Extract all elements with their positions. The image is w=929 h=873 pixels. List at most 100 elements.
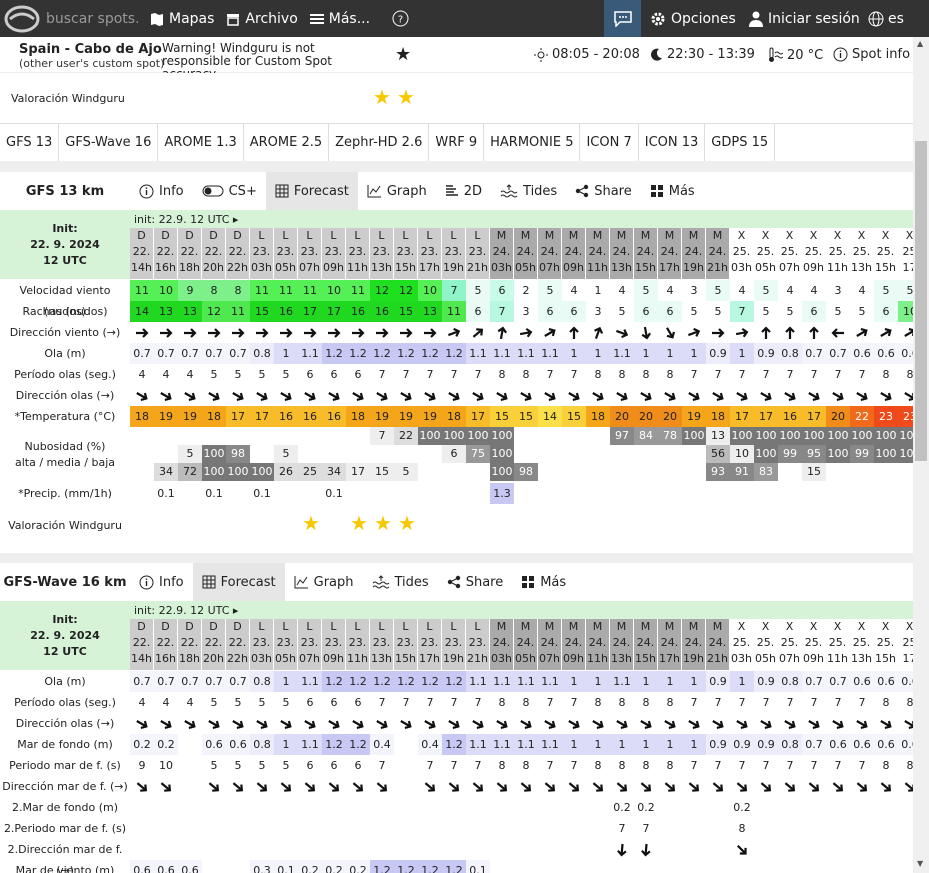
wave-row-cell: 0.7	[802, 343, 826, 364]
model-link[interactable]: AROME 2.5	[244, 123, 330, 162]
cloud-high-row-cell: 97	[610, 427, 634, 445]
wind-direction-row-cell	[610, 322, 634, 343]
swell2-row: 0.2 0.2 0.2	[130, 797, 913, 818]
cloud-high-row-cell: 22	[394, 427, 418, 445]
time-header-dates: 24.	[588, 636, 607, 649]
swell2-row-cell	[274, 797, 298, 818]
time-column-header: D 22. 18h	[178, 228, 202, 279]
temperature-row-cell: 23	[898, 406, 913, 427]
cloud-low-row-cell	[850, 463, 874, 481]
wind-direction-row-cell	[778, 322, 802, 343]
section-divider	[0, 553, 913, 563]
swell2-row-cell	[802, 797, 826, 818]
tab-forecast[interactable]: Forecast	[265, 172, 358, 210]
tab-more[interactable]: Más	[641, 172, 704, 210]
chat-button[interactable]	[604, 0, 641, 37]
precip-row-cell	[226, 483, 250, 504]
cloud-mid-row-cell: 100	[874, 445, 898, 463]
favorite-star-icon[interactable]: ★	[395, 44, 411, 65]
tab-tides[interactable]: Tides	[363, 563, 438, 601]
time-column-header: X 25 17	[898, 228, 913, 279]
scroll-down-arrow-icon[interactable]: ▼	[917, 859, 923, 868]
tab-graph[interactable]: Graph	[285, 563, 363, 601]
cloud-high-row-cell: 100	[802, 427, 826, 445]
model-link[interactable]: GDPS 15	[705, 123, 776, 162]
tab-more[interactable]: Más	[512, 563, 575, 601]
temperature-row-cell: 23	[874, 406, 898, 427]
wind-direction-row-cell	[202, 322, 226, 343]
precip-row-cell	[466, 483, 490, 504]
direction-arrow-icon	[617, 843, 627, 857]
tab-share[interactable]: Share	[566, 172, 641, 210]
help-button[interactable]: ?	[392, 10, 414, 27]
wave-direction-row-cell	[490, 385, 514, 406]
language-selector[interactable]: es	[868, 0, 904, 37]
vertical-scrollbar[interactable]: ▲ ▼	[913, 37, 929, 873]
time-header-days: L	[474, 229, 481, 242]
init-line[interactable]: init: 22.9. 12 UTC ▸	[130, 601, 913, 619]
maps-menu[interactable]: Mapas	[150, 11, 214, 27]
wave-row-cell: 1	[730, 671, 754, 692]
model-link[interactable]: ICON 13	[639, 123, 706, 162]
tab-forecast[interactable]: Forecast	[192, 563, 285, 601]
wind-speed-row-cell: 10	[322, 280, 346, 301]
time-header-days: L	[282, 229, 289, 242]
tab-tides[interactable]: Tides	[491, 172, 566, 210]
wave-direction-row-cell	[754, 713, 778, 734]
tab-2d[interactable]: 2D	[436, 172, 491, 210]
direction-arrow-icon	[736, 782, 748, 792]
swell2-row-cell	[754, 797, 778, 818]
wind-speed-row-cell: 4	[738, 284, 746, 297]
wind-direction-row-cell	[274, 322, 298, 343]
time-header-dates: 24.	[588, 245, 607, 258]
direction-arrow-icon	[376, 328, 389, 338]
scroll-up-arrow-icon[interactable]: ▲	[917, 39, 923, 48]
time-header-days: M	[592, 620, 603, 633]
windsea-row-cell	[514, 860, 538, 873]
direction-arrow-icon	[136, 328, 149, 338]
options-menu[interactable]: Opciones	[650, 0, 736, 37]
model-link[interactable]: GFS-Wave 16	[59, 123, 159, 162]
cloud-high-row-cell	[514, 427, 538, 445]
tab-info[interactable]: Info	[130, 563, 193, 601]
model-link[interactable]: ICON 7	[580, 123, 639, 162]
tab-graph[interactable]: Graph	[358, 172, 436, 210]
wind-direction-row-cell	[346, 322, 370, 343]
archive-menu[interactable]: Archivo	[226, 11, 298, 27]
time-header-dates: 23.	[252, 636, 271, 649]
model-link[interactable]: Zephr-HD 2.6	[329, 123, 430, 162]
swell2-period-row-cell: 8	[738, 822, 746, 835]
init-line[interactable]: init: 22.9. 12 UTC ▸	[130, 210, 913, 228]
swell2-row-cell	[442, 797, 466, 818]
model-link[interactable]: GFS 13	[0, 123, 60, 162]
cloud-mid-row-cell: 100	[898, 445, 913, 463]
direction-arrow-icon	[352, 782, 364, 792]
precip-row-cell	[394, 483, 418, 504]
gfs-tab-bar: GFS 13 km Info CS+ Forecast Graph 2D Tid…	[0, 172, 913, 210]
direction-arrow-icon	[232, 328, 245, 338]
cloud-low-row: 34 72 100 100 100 26 25 34 17 15 5 100 98 93 91 83 15	[130, 463, 913, 481]
time-column-header: M 24. 15h	[634, 228, 658, 279]
swell2-row-cell	[154, 797, 178, 818]
swell2-row-cell	[682, 797, 706, 818]
spot-info-button[interactable]: Spot info	[833, 47, 910, 62]
time-header-hours: 22h	[227, 261, 248, 274]
model-link[interactable]: WRF 9	[429, 123, 485, 162]
tab-csplus[interactable]: CS+	[193, 172, 266, 210]
swell-row-cell: 1	[610, 734, 634, 755]
tab-info[interactable]: Info	[130, 172, 193, 210]
period-row-cell: 7	[402, 696, 410, 709]
windguru-logo-icon[interactable]	[4, 5, 40, 33]
scrollbar-thumb[interactable]	[915, 141, 927, 461]
model-link[interactable]: HARMONIE 5	[484, 123, 581, 162]
search-input[interactable]: buscar spots...	[46, 11, 138, 27]
time-header-dates: 22.	[180, 636, 199, 649]
model-link[interactable]: AROME 1.3	[158, 123, 244, 162]
language-label: es	[888, 10, 904, 27]
time-header-days: X	[761, 229, 770, 242]
more-menu[interactable]: Más...	[309, 11, 370, 27]
login-button[interactable]: Iniciar sesión	[749, 0, 860, 37]
time-header-hours: 09h	[563, 261, 584, 274]
tab-share[interactable]: Share	[438, 563, 513, 601]
time-header-hours: 11h	[347, 652, 368, 665]
